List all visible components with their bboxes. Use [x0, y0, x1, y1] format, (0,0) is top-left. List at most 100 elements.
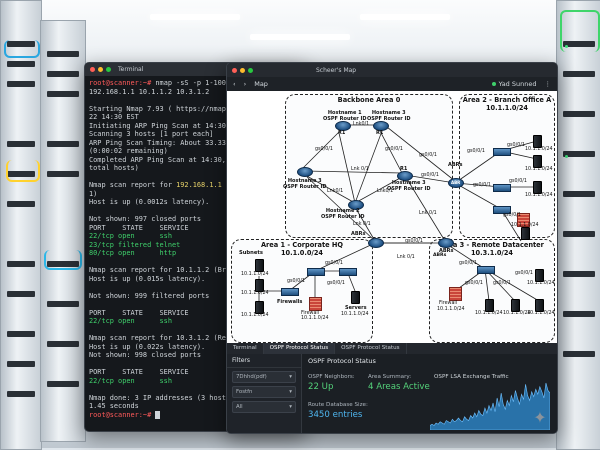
topology-canvas[interactable]: Backbone Area 0 Area 2 - Branch Office A… — [227, 91, 557, 343]
network-cable — [4, 40, 40, 58]
link-label: gs0/0/1 — [509, 179, 527, 184]
link-label: gs0/0/1 — [385, 147, 403, 152]
terminal-line: Not shown: 999 filtered ports — [89, 291, 210, 300]
terminal-title: Terminal — [118, 66, 144, 73]
db-stat: Route Database Size: 3450 entries — [308, 402, 368, 420]
terminal-line: PORT STATE SERVICE — [89, 223, 189, 232]
router-label: Hostname 2 OSPF Router ID — [321, 208, 365, 220]
firewall-icon[interactable] — [309, 297, 322, 311]
link-label: gs0/0/1 — [315, 147, 333, 152]
area-value: 4 Areas Active — [368, 382, 430, 392]
link-label: gs0/0/1 — [465, 281, 483, 286]
server-subnet: 10.1.1.0/24 — [475, 311, 503, 316]
close-icon[interactable] — [232, 67, 237, 73]
server-icon[interactable] — [351, 291, 360, 304]
ospf-status-panel: OSPF Protocol Status OSPF Neighbors: 22 … — [302, 354, 557, 433]
close-icon[interactable] — [90, 67, 95, 72]
remote-datacenter-area: Area 3 - Remote Datacenter 10.3.1.0/24 — [429, 239, 555, 343]
maximize-icon[interactable] — [248, 67, 253, 73]
network-cable — [44, 250, 82, 270]
server-rack — [40, 20, 86, 442]
ceiling-light — [360, 14, 450, 20]
terminal-line: 23/tcp filtered telnet — [89, 240, 181, 249]
chevron-down-icon: ▾ — [289, 404, 292, 410]
router-icon[interactable] — [297, 167, 313, 177]
firewall-icon[interactable] — [449, 287, 462, 301]
subnet-label: 10.1.1.0/24 — [241, 291, 269, 296]
firewall-subnet: 10.1.1.0/24 — [301, 316, 329, 321]
forward-icon[interactable]: › — [244, 80, 247, 88]
minimize-icon[interactable] — [98, 67, 103, 72]
abr-router-icon[interactable] — [438, 238, 454, 248]
terminal-prompt: root@scanner:~# — [89, 79, 152, 87]
status-indicator: Yad Sunned — [491, 80, 537, 88]
switch-icon[interactable] — [339, 268, 357, 276]
switch-icon[interactable] — [493, 148, 511, 156]
link-label: gs0/0/1 — [405, 239, 423, 244]
server-icon[interactable] — [521, 227, 530, 240]
router-label: Hostname 3 OSPF Router ID — [367, 110, 411, 122]
server-subnet: 10.1.1.0/24 — [525, 193, 553, 198]
terminal-line: 22/tcp open ssh — [89, 376, 172, 385]
branch-area-subnet: 10.1.1.0/24 — [485, 104, 529, 112]
filter-select[interactable]: Fostfn ▾ — [232, 386, 296, 398]
router-label: Hostname 1 OSPF Router ID — [323, 110, 367, 122]
db-value: 3450 entries — [308, 410, 363, 420]
tab-terminal[interactable]: Terminal — [227, 343, 264, 354]
terminal-line: Scanning 3 hosts [1 port each] — [89, 130, 214, 138]
terminal-line: PORT STATE SERVICE — [89, 368, 189, 376]
link-label: Lnk0/1 — [377, 189, 394, 194]
link-label: gs0/0/1 — [327, 281, 345, 286]
link-label: gs0/0/1 — [459, 261, 477, 266]
router-id: R1 — [338, 130, 346, 136]
maximize-icon[interactable] — [106, 67, 111, 72]
link-label: gs0/0/1 — [515, 271, 533, 276]
chevron-down-icon: ▾ — [289, 389, 292, 395]
switch-icon[interactable] — [281, 288, 299, 296]
server-subnet: 10.1.1.0/24 — [527, 281, 555, 286]
filter-select[interactable]: All ▾ — [232, 401, 296, 413]
status-label: Yad Sunned — [498, 80, 537, 88]
server-icon[interactable] — [255, 259, 264, 272]
ceiling-light — [250, 34, 350, 40]
abr-label: ABRs — [433, 253, 447, 258]
firewall-label: Firewall — [439, 301, 458, 306]
link-label: Lnk 0/1 — [397, 255, 415, 260]
server-subnet: 10.1.1.0/24 — [527, 311, 555, 316]
terminal-line: Host is up (0.0012s latency). — [89, 198, 210, 206]
terminal-line: 22/tcp open ssh — [89, 232, 172, 240]
map-window[interactable]: Scheer's Map ‹ › Map Yad Sunned ⋮ Backbo… — [226, 62, 558, 434]
router-label: Hostname 3 OSPF Router ID — [387, 180, 431, 192]
neighbors-stat: OSPF Neighbors: 22 Up — [308, 374, 355, 392]
link-label: gs0/0/1 — [421, 173, 439, 178]
link-label: Lnk 0/1 — [353, 222, 371, 227]
sparkle-icon: ✦ — [533, 408, 547, 427]
network-cable — [6, 160, 40, 182]
switch-icon[interactable] — [493, 184, 511, 192]
terminal-line: 22/tcp open ssh — [89, 317, 172, 325]
bottom-panels: Terminal OSPF Protocol Status OSPF Proto… — [227, 343, 557, 433]
filter-select[interactable]: 7Dhhd(pdf) ▾ — [232, 371, 296, 383]
server-subnet: 10.1.1.0/24 — [525, 167, 553, 172]
neighbors-value: 22 Up — [308, 382, 334, 392]
terminal-line: Initiating ARP Ping Scan at 14:30 — [89, 121, 226, 130]
abr-tag: ABR — [451, 180, 461, 185]
minimize-icon[interactable] — [240, 67, 245, 73]
filters-header: Filters — [227, 354, 301, 368]
tab-ospf-status-2[interactable]: OSPF Protocol Status — [335, 343, 407, 354]
map-label: Map — [254, 80, 268, 88]
switch-icon[interactable] — [307, 268, 325, 276]
subnets-label: Subnets — [239, 250, 263, 256]
menu-icon[interactable]: ⋮ — [545, 80, 552, 88]
tab-ospf-status[interactable]: OSPF Protocol Status — [263, 343, 336, 354]
link-label: gs0/0/1 — [503, 213, 521, 218]
link-label: gs0/0/1 — [507, 143, 525, 148]
map-toolbar: ‹ › Map Yad Sunned ⋮ — [227, 77, 557, 92]
abr-router-icon[interactable] — [368, 238, 384, 248]
server-subnet: 10.1.1.0/24 — [511, 223, 539, 228]
map-titlebar[interactable]: Scheer's Map — [227, 63, 557, 77]
link-label: gs0/0/1 — [473, 183, 491, 188]
link-label: gs0/0/1 — [419, 153, 437, 158]
switch-icon[interactable] — [477, 266, 495, 274]
back-icon[interactable]: ‹ — [233, 80, 236, 88]
